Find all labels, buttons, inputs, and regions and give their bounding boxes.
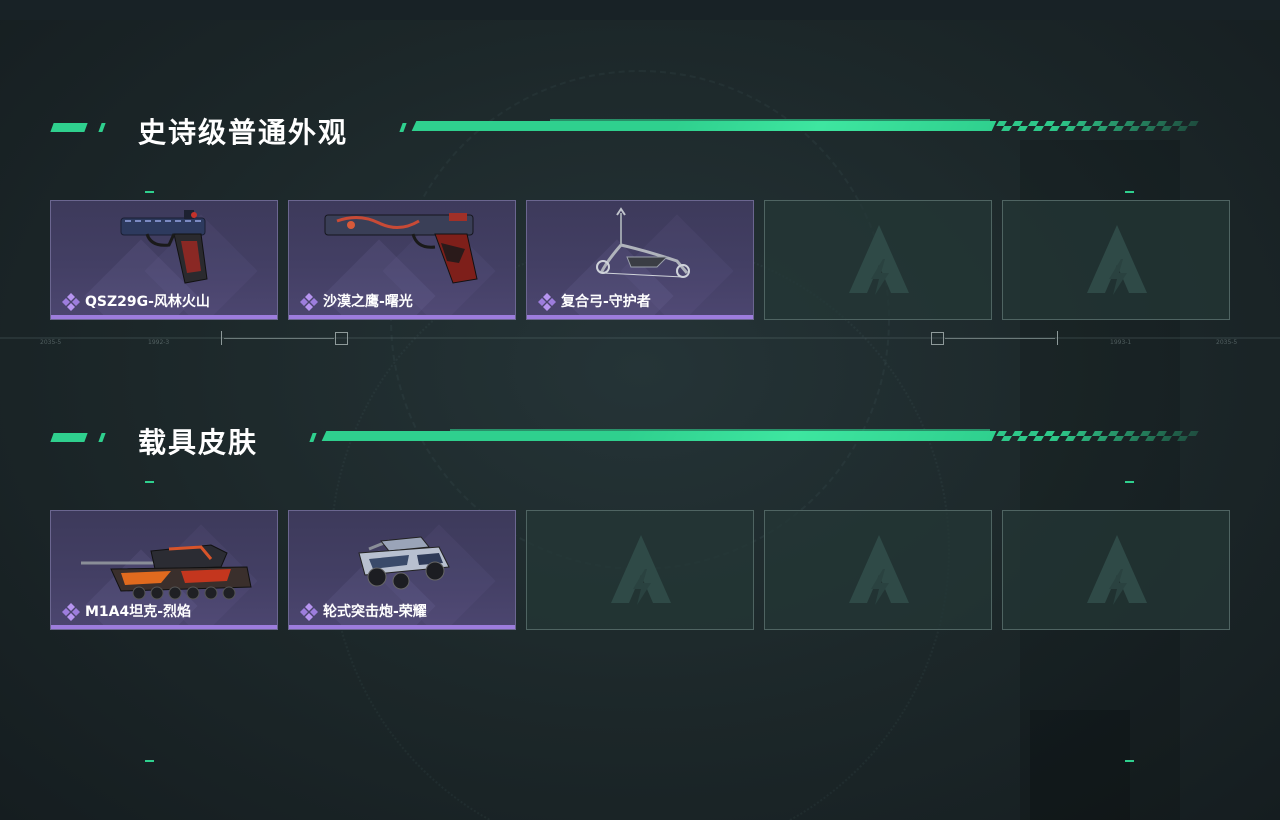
game-logo-icon: [611, 535, 671, 605]
empty-slot[interactable]: [1002, 200, 1230, 320]
item-card[interactable]: 复合弓-守护者: [526, 200, 754, 320]
ruler-label: 2035-5: [40, 339, 62, 346]
header-dash: [50, 433, 88, 442]
corner-tick: [145, 191, 154, 193]
section-header-vehicle-skins: 载具皮肤: [50, 424, 1200, 459]
rarity-diamond-icon: [62, 293, 80, 311]
item-name: M1A4坦克-烈焰: [85, 604, 192, 620]
rarity-diamond-icon: [538, 293, 556, 311]
ruler-label: 1992-3: [148, 339, 170, 346]
ruler-marker: [335, 332, 348, 345]
item-card[interactable]: 轮式突击炮-荣耀: [288, 510, 516, 630]
corner-tick: [145, 481, 154, 483]
section-title: 史诗级普通外观: [138, 116, 349, 149]
ruler-marker: [931, 332, 944, 345]
section-title: 载具皮肤: [138, 426, 259, 459]
header-line: [550, 119, 990, 121]
header-checker: [993, 431, 1199, 441]
item-card[interactable]: M1A4坦克-烈焰: [50, 510, 278, 630]
compound-bow-image: [596, 207, 690, 278]
rarity-diamond-icon: [62, 603, 80, 621]
header-dash: [98, 123, 106, 132]
ruler-label: 1993-1: [1110, 339, 1132, 346]
header-line: [450, 429, 990, 431]
empty-slot[interactable]: [764, 200, 992, 320]
top-bar: [0, 0, 1280, 20]
header-dash: [50, 123, 88, 132]
empty-slot[interactable]: [1002, 510, 1230, 630]
section-header-epic-skins: 史诗级普通外观: [50, 114, 1200, 149]
ruler-tick: [1057, 331, 1058, 345]
game-logo-icon: [849, 225, 909, 295]
corner-tick: [1125, 760, 1134, 762]
game-logo-icon: [849, 535, 909, 605]
corner-tick: [145, 760, 154, 762]
header-dash: [309, 433, 317, 442]
item-card[interactable]: 沙漠之鹰-曙光: [288, 200, 516, 320]
ruler-line: [0, 337, 1280, 339]
armored-car-image: [358, 536, 450, 590]
pistol-image: [120, 210, 208, 284]
header-dash: [98, 433, 106, 442]
background-building: [1030, 710, 1130, 820]
item-name: 复合弓-守护者: [561, 294, 651, 310]
corner-tick: [1125, 191, 1134, 193]
ruler-segment: [224, 338, 334, 339]
vehicle-skins-row: M1A4坦克-烈焰 轮式突击炮-荣耀: [50, 510, 1230, 630]
ruler-segment: [945, 338, 1055, 339]
item-name: 沙漠之鹰-曙光: [323, 294, 413, 310]
header-dash: [399, 123, 407, 132]
tank-image: [81, 544, 252, 600]
game-logo-icon: [1087, 225, 1147, 295]
ruler-tick: [221, 331, 222, 345]
item-card[interactable]: QSZ29G-风林火山: [50, 200, 278, 320]
header-checker: [993, 121, 1199, 131]
header-bar: [321, 431, 997, 441]
epic-skins-row: QSZ29G-风林火山 沙漠之鹰-曙光 复合弓-守护者: [50, 200, 1230, 320]
rarity-diamond-icon: [300, 603, 318, 621]
ruler-label: 2035-5: [1216, 339, 1238, 346]
empty-slot[interactable]: [526, 510, 754, 630]
item-name: 轮式突击炮-荣耀: [323, 604, 427, 620]
item-name: QSZ29G-风林火山: [85, 294, 210, 310]
rarity-diamond-icon: [300, 293, 318, 311]
game-logo-icon: [1087, 535, 1147, 605]
empty-slot[interactable]: [764, 510, 992, 630]
header-bar: [411, 121, 997, 131]
desert-eagle-image: [324, 213, 478, 284]
corner-tick: [1125, 481, 1134, 483]
